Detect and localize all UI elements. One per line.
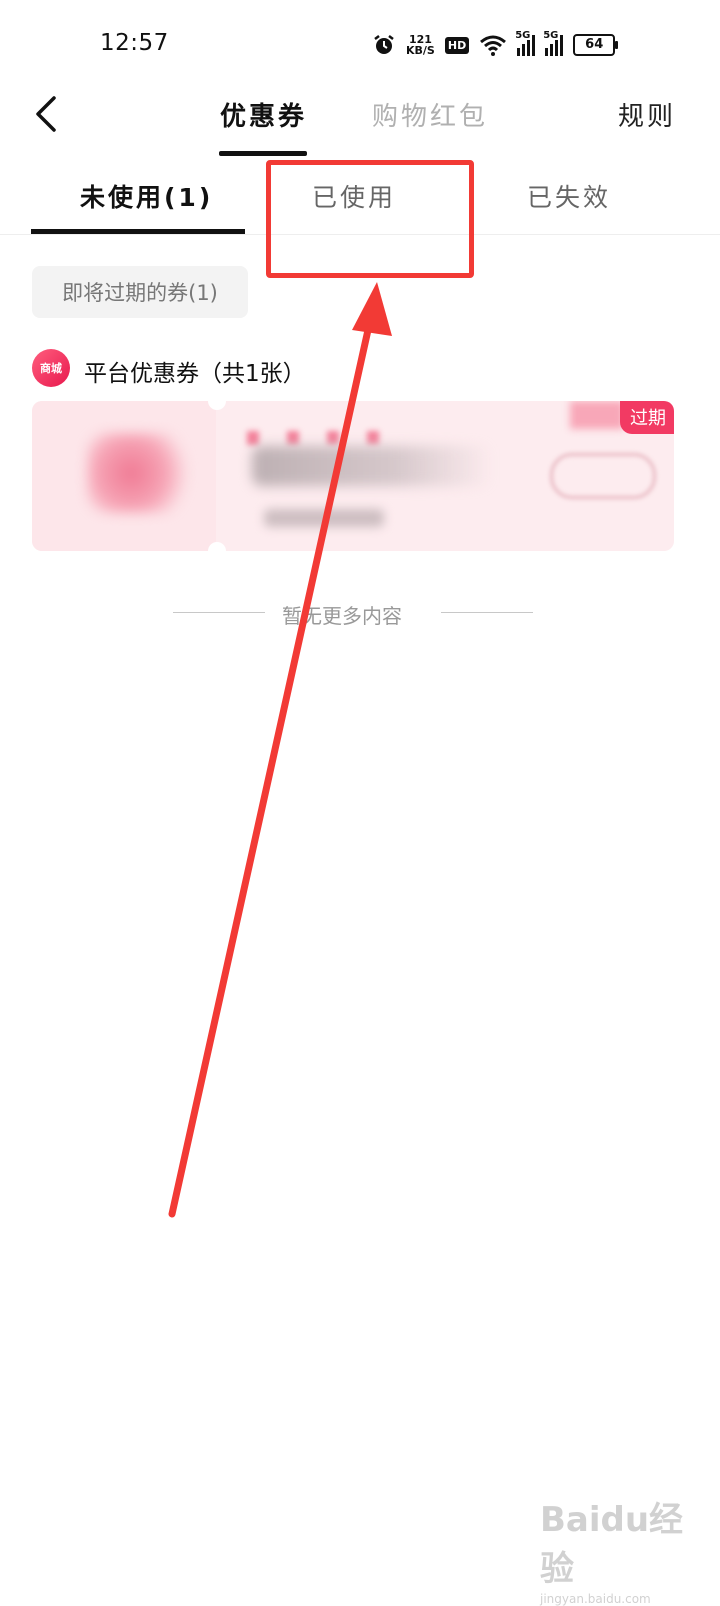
no-more-content-text: 暂无更多内容 — [282, 604, 402, 628]
coupon-notch — [208, 542, 226, 551]
coupon-validity-blurred — [264, 509, 384, 527]
coupon-title-blurred — [247, 431, 407, 445]
end-line-left — [173, 612, 265, 613]
coupon-card[interactable]: 过期 — [32, 401, 674, 551]
use-coupon-button[interactable] — [550, 453, 656, 499]
mall-logo-icon: 商城 — [32, 349, 70, 387]
signal-icon: 5G — [515, 30, 536, 56]
baidu-jingyan-watermark: Baidu经验 jingyan.baidu.com — [540, 1492, 690, 1606]
expiring-badge: 过期 — [620, 401, 674, 434]
tab-coupons[interactable]: 优惠券 — [220, 96, 307, 133]
annotation-highlight-box — [266, 160, 474, 278]
watermark-url: jingyan.baidu.com — [540, 1592, 651, 1606]
section-title: 平台优惠券（共1张） — [84, 361, 306, 387]
end-line-right — [441, 612, 533, 613]
back-arrow-icon[interactable] — [28, 92, 68, 136]
expiring-soon-filter[interactable]: 即将过期的券(1) — [32, 266, 248, 318]
coupon-title-blurred — [252, 446, 492, 486]
status-time: 12:57 — [100, 30, 169, 56]
subtab-expired[interactable]: 已失效 — [527, 178, 611, 214]
tab-shopping-red-packet[interactable]: 购物红包 — [372, 96, 488, 133]
expire-badge-blurred — [570, 401, 624, 429]
rules-link[interactable]: 规则 — [618, 96, 676, 133]
active-tab-indicator — [219, 151, 307, 156]
signal-icon: 5G — [543, 30, 564, 56]
battery-icon: 64 — [573, 34, 619, 56]
coupon-amount-blurred — [87, 433, 197, 513]
subtab-unused[interactable]: 未使用(1) — [80, 178, 213, 214]
net-speed: 121 KB/S — [406, 33, 435, 57]
wifi-icon — [480, 35, 507, 56]
watermark-brand: Baidu经验 — [540, 1500, 684, 1589]
alarm-icon — [374, 35, 394, 54]
hd-icon: HD — [444, 36, 470, 54]
status-icons: 121 KB/S HD 5G 5G 64 — [372, 28, 662, 62]
